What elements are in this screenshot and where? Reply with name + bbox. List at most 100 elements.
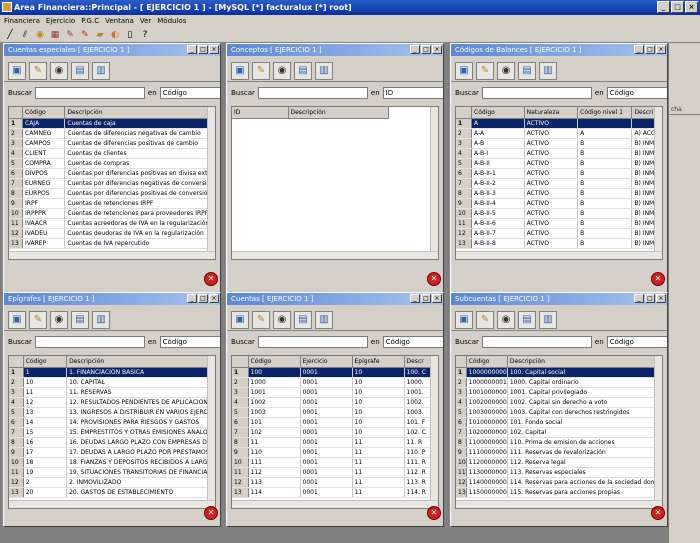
horizontal-scrollbar[interactable] (9, 500, 215, 508)
table-row[interactable]: 7 EURNEG Cuentas por diferencias negativas… (9, 178, 215, 189)
table-row[interactable]: 3 11 11. RESERVAS (9, 387, 215, 398)
row-header-corner[interactable] (456, 356, 467, 368)
table-row[interactable]: 12 1140000000 114. Reservas para acciones … (456, 477, 662, 488)
row-header-corner[interactable] (456, 107, 473, 119)
column-header[interactable]: Naturaleza (524, 107, 579, 119)
column-header[interactable]: Código nivel 1 (577, 107, 633, 119)
table-row[interactable]: 3 1001000000 1001. Capital privilegiado (456, 387, 662, 398)
table-row[interactable]: 13 20 20. GASTOS DE ESTABLECIMIENTO (9, 487, 215, 498)
edit-record-icon[interactable]: ✎ (476, 311, 494, 329)
table-row[interactable]: 1 100 0001 10 100. C (232, 367, 435, 378)
menu-ventana[interactable]: Ventana (105, 15, 134, 27)
maximize-button[interactable]: □ (645, 294, 655, 303)
delete-record-icon[interactable]: ◉ (497, 62, 515, 80)
table-row[interactable]: 3 CAMPOS Cuentas de diferencias positivas … (9, 138, 215, 149)
vertical-scrollbar[interactable] (654, 356, 662, 508)
minimize-button[interactable]: _ (410, 45, 420, 54)
table-row[interactable]: 11 19 19. SITUACIONES TRANSITORIAS DE FINA… (9, 467, 215, 478)
close-window-icon[interactable]: ✕ (651, 506, 665, 520)
table-row[interactable]: 9 A-B-II-4 ACTIVO B B) INM (456, 198, 662, 209)
table-row[interactable]: 5 A-B-II ACTIVO B B) INM (456, 158, 662, 169)
column-header[interactable]: Descripción (66, 356, 215, 368)
vertical-scrollbar[interactable] (207, 356, 215, 508)
table-row[interactable]: 9 1110000000 111. Reservas de revalorizaci… (456, 447, 662, 458)
search-input[interactable] (257, 336, 368, 348)
edit-record-icon[interactable]: ✎ (252, 62, 270, 80)
table-row[interactable]: 12 113 0001 11 113. R (232, 477, 435, 488)
search-input[interactable] (481, 336, 592, 348)
column-header[interactable]: Código (466, 356, 508, 368)
print-icon[interactable]: ▤ (518, 311, 536, 329)
column-header[interactable]: Código (22, 107, 66, 119)
table-row[interactable]: 13 IVAREP Cuentas de IVA repercutido (9, 238, 215, 249)
close-button[interactable]: × (209, 294, 219, 303)
row-header-corner[interactable] (9, 107, 23, 119)
table-row[interactable]: 11 112 0001 11 112. R (232, 467, 435, 478)
coins-icon[interactable]: ◉ (34, 29, 46, 41)
marker-red-icon[interactable]: ✎ (64, 29, 76, 41)
search-field-select[interactable]: Código▼ (606, 87, 667, 99)
column-header[interactable]: Epígrafe (352, 356, 405, 368)
help-icon[interactable]: ? (139, 29, 151, 41)
table-row[interactable]: 6 1010000000 101. Fondo social (456, 417, 662, 428)
new-record-icon[interactable]: ▣ (455, 311, 473, 329)
export-icon[interactable]: ▥ (92, 62, 110, 80)
vertical-scrollbar[interactable] (207, 107, 215, 259)
table-row[interactable]: 8 A-B-II-3 ACTIVO B B) INM (456, 188, 662, 199)
table-row[interactable]: 7 102 0001 10 102. C (232, 427, 435, 438)
edit-record-icon[interactable]: ✎ (252, 311, 270, 329)
search-field-select[interactable]: Código▼ (159, 87, 220, 99)
new-record-icon[interactable]: ▣ (231, 311, 249, 329)
table-row[interactable]: 10 18 18. FIANZAS Y DEPOSITOS RECIBIDOS A … (9, 457, 215, 468)
folder-icon[interactable]: ▰ (94, 29, 106, 41)
column-header[interactable]: Descripción (64, 107, 215, 119)
maximize-button[interactable]: □ (198, 294, 208, 303)
close-button[interactable]: × (656, 294, 666, 303)
ledger-icon[interactable]: ◐ (109, 29, 121, 41)
search-field-select[interactable]: Código▼ (159, 336, 220, 348)
new-record-icon[interactable]: ▣ (8, 311, 26, 329)
table-row[interactable]: 10 A-B-II-5 ACTIVO B B) INM (456, 208, 662, 219)
table-row[interactable]: 1 CAJA Cuentas de caja (9, 118, 215, 129)
table-row[interactable]: 5 1003 0001 10 1003. (232, 407, 435, 418)
data-grid[interactable]: ID Descripción (231, 106, 439, 260)
pencil-line-icon[interactable]: ╱ (4, 29, 16, 41)
table-row[interactable]: 12 A-B-II-7 ACTIVO B B) INM (456, 228, 662, 239)
table-row[interactable]: 3 1001 0001 10 1001. (232, 387, 435, 398)
vertical-scrollbar[interactable] (430, 356, 438, 508)
menu-pgc[interactable]: P.G.C (81, 15, 99, 27)
data-grid[interactable]: Código Ejercicio Epígrafe Descr 1 100 0001 10 10… (231, 355, 439, 509)
row-header-corner[interactable] (232, 356, 249, 368)
delete-record-icon[interactable]: ◉ (50, 311, 68, 329)
table-row[interactable]: 12 2 2. INMOVILIZADO (9, 477, 215, 488)
table-row[interactable]: 8 EURPOS Cuentas por diferencias positivas… (9, 188, 215, 199)
table-row[interactable]: 12 IVADEU Cuentas deudoras de IVA en la re… (9, 228, 215, 239)
vertical-scrollbar[interactable] (654, 107, 662, 259)
table-row[interactable]: 13 114 0001 11 114. R (232, 487, 435, 498)
table-row[interactable]: 9 17 17. DEUDAS A LARGO PLAZO POR PRESTAMO… (9, 447, 215, 458)
double-line-icon[interactable]: ⫽ (19, 29, 31, 41)
print-icon[interactable]: ▤ (71, 62, 89, 80)
maximize-button[interactable]: □ (671, 1, 684, 13)
table-row[interactable]: 13 A-B-II-8 ACTIVO B B) INM (456, 238, 662, 249)
horizontal-scrollbar[interactable] (232, 500, 438, 508)
maximize-button[interactable]: □ (198, 45, 208, 54)
delete-record-icon[interactable]: ◉ (273, 62, 291, 80)
table-row[interactable]: 2 CAMNEG Cuentas de diferencias negativas … (9, 128, 215, 139)
export-icon[interactable]: ▥ (92, 311, 110, 329)
export-icon[interactable]: ▥ (539, 311, 557, 329)
horizontal-scrollbar[interactable] (9, 251, 215, 259)
minimize-button[interactable]: _ (187, 294, 197, 303)
column-header[interactable]: ID (232, 107, 289, 119)
column-header[interactable]: Ejercicio (300, 356, 353, 368)
maximize-button[interactable]: □ (645, 45, 655, 54)
data-grid[interactable]: Código Naturaleza Código nivel 1 Descri 1 A AC… (455, 106, 663, 260)
minimize-button[interactable]: _ (657, 1, 670, 13)
document-icon[interactable]: ▯ (124, 29, 136, 41)
horizontal-scrollbar[interactable] (456, 500, 662, 508)
vertical-scrollbar[interactable] (430, 107, 438, 259)
table-row[interactable]: 11 IVAACR Cuentas acreedoras de IVA en la … (9, 218, 215, 229)
menu-financiera[interactable]: Financiera (4, 15, 40, 27)
table-row[interactable]: 2 1000000001 1000. Capital ordinario (456, 377, 662, 388)
print-icon[interactable]: ▤ (71, 311, 89, 329)
